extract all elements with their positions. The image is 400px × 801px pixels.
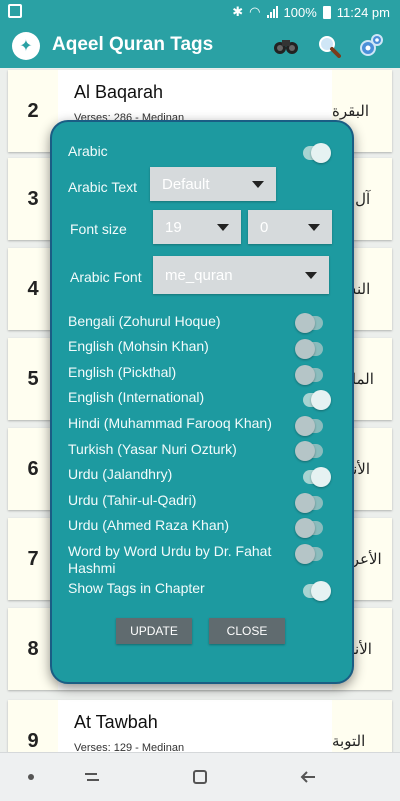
app-logo-icon: ✦ xyxy=(12,32,40,60)
wifi-icon: ◠ xyxy=(249,4,261,19)
chapter-name: At Tawbah xyxy=(74,712,158,732)
home-icon[interactable] xyxy=(190,767,210,787)
translation-label: English (Mohsin Khan) xyxy=(68,338,209,354)
binoculars-icon[interactable] xyxy=(273,33,299,59)
settings-dialog: Arabic Arabic Text Default Font size 19 … xyxy=(50,120,354,684)
recent-apps-icon[interactable] xyxy=(82,767,102,787)
clock: 11:24 pm xyxy=(336,4,390,20)
chevron-down-icon xyxy=(217,224,229,231)
app-title: Aqeel Quran Tags xyxy=(52,34,214,55)
battery-percent: 100% xyxy=(283,4,317,20)
translation-toggle[interactable] xyxy=(295,544,323,564)
font-size-select[interactable]: 19 xyxy=(153,210,241,244)
translation-toggle[interactable] xyxy=(303,390,331,410)
update-button[interactable]: UPDATE xyxy=(116,618,192,644)
dot-icon[interactable] xyxy=(28,774,34,780)
translation-toggle[interactable] xyxy=(295,313,323,333)
arabic-text-select[interactable]: Default xyxy=(150,167,276,201)
translation-label: Urdu (Tahir-ul-Qadri) xyxy=(68,492,197,508)
arabic-label: Arabic xyxy=(68,143,108,159)
translation-label: English (International) xyxy=(68,389,205,405)
status-icons: ✱ ◠ 100% 11:24 pm xyxy=(232,4,390,20)
settings-gear-icon[interactable] xyxy=(358,33,384,59)
translation-label: Bengali (Zohurul Hoque) xyxy=(68,313,221,329)
font-size-label: Font size xyxy=(70,221,127,237)
close-button[interactable]: CLOSE xyxy=(209,618,285,644)
chevron-down-icon xyxy=(305,272,317,279)
translation-toggle[interactable] xyxy=(303,467,331,487)
show-tags-toggle[interactable] xyxy=(303,581,331,601)
translation-label: Turkish (Yasar Nuri Ozturk) xyxy=(68,441,237,457)
translation-toggle[interactable] xyxy=(295,493,323,513)
translation-label: English (Pickthal) xyxy=(68,364,177,380)
translation-label: Urdu (Jalandhry) xyxy=(68,466,173,482)
translation-toggle[interactable] xyxy=(295,518,323,538)
translation-label: Word by Word Urdu by Dr. Fahat Hashmi xyxy=(68,543,272,576)
gallery-notification-icon xyxy=(8,4,22,18)
app-bar: ✦ Aqeel Quran Tags xyxy=(0,24,400,68)
translation-toggle[interactable] xyxy=(295,365,323,385)
arabic-font-label: Arabic Font xyxy=(70,269,142,285)
font-size-secondary-value: 0 xyxy=(260,218,269,236)
translation-toggle[interactable] xyxy=(295,416,323,436)
chevron-down-icon xyxy=(308,224,320,231)
chevron-down-icon xyxy=(252,181,264,188)
chapter-name: Al Baqarah xyxy=(74,82,164,102)
battery-icon xyxy=(322,5,331,19)
translation-label: Hindi (Muhammad Farooq Khan) xyxy=(68,415,272,431)
translation-toggle[interactable] xyxy=(295,339,323,359)
bluetooth-icon: ✱ xyxy=(232,4,244,19)
search-icon[interactable] xyxy=(316,33,342,59)
translation-label: Urdu (Ahmed Raza Khan) xyxy=(68,517,230,533)
system-nav-bar xyxy=(0,752,400,801)
arabic-font-value: me_quran xyxy=(165,266,233,284)
arabic-font-select[interactable]: me_quran xyxy=(153,256,329,294)
signal-icon xyxy=(266,6,278,18)
arabic-toggle[interactable] xyxy=(303,143,331,163)
status-bar: ✱ ◠ 100% 11:24 pm xyxy=(0,0,400,24)
back-arrow-icon[interactable] xyxy=(298,767,318,787)
arabic-text-label: Arabic Text xyxy=(68,179,137,195)
arabic-text-value: Default xyxy=(162,175,210,193)
font-size-secondary-select[interactable]: 0 xyxy=(248,210,332,244)
font-size-value: 19 xyxy=(165,218,182,236)
show-tags-label: Show Tags in Chapter xyxy=(68,580,205,596)
translation-toggle[interactable] xyxy=(295,441,323,461)
